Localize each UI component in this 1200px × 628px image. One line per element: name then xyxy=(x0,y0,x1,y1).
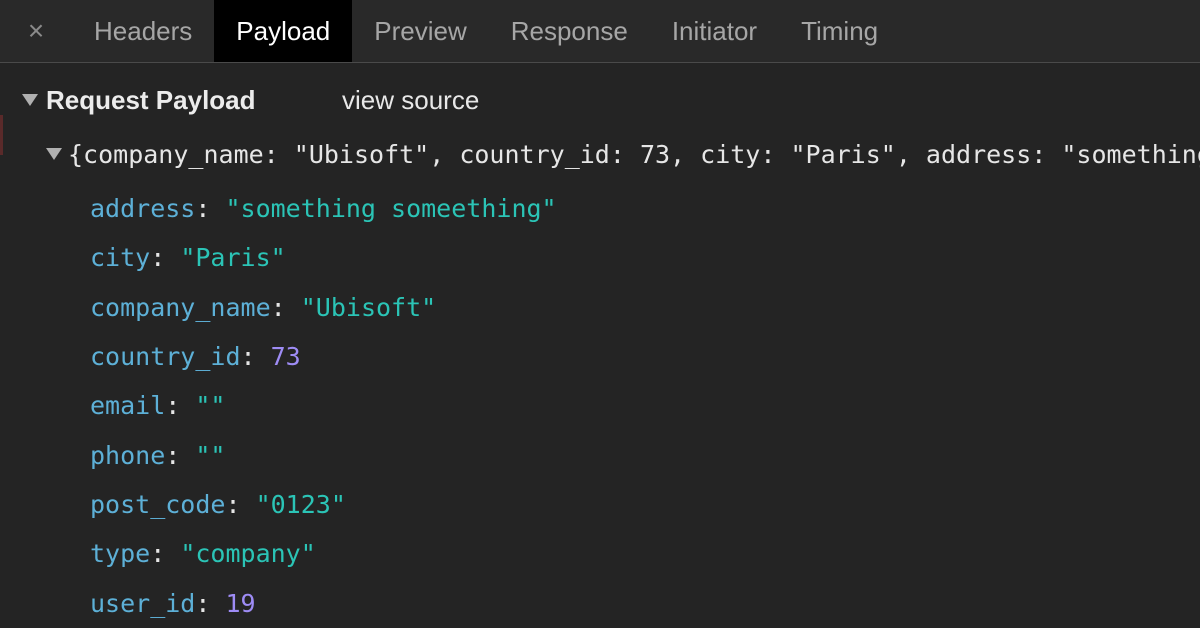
property-key: type xyxy=(90,539,151,569)
property-value: 19 xyxy=(225,588,256,618)
tab-payload[interactable]: Payload xyxy=(214,0,353,62)
section-title: Request Payload xyxy=(46,84,256,115)
property-colon: : xyxy=(165,440,196,470)
property-row[interactable]: phone: "" xyxy=(90,430,557,479)
property-row[interactable]: type: "company" xyxy=(90,529,557,578)
property-colon: : xyxy=(195,194,226,224)
tab-preview[interactable]: Preview xyxy=(352,0,488,62)
view-source-link[interactable]: view source xyxy=(342,82,479,118)
property-key: address xyxy=(90,194,196,224)
property-key: country_id xyxy=(90,342,241,372)
property-value: 73 xyxy=(270,342,301,372)
property-colon: : xyxy=(150,539,181,569)
property-row[interactable]: company_name: "Ubisoft" xyxy=(90,283,557,332)
selected-request-marker xyxy=(0,115,3,155)
property-row[interactable]: country_id: 73 xyxy=(90,332,557,381)
property-row[interactable]: email: "" xyxy=(90,381,557,430)
property-colon: : xyxy=(240,342,271,372)
property-colon: : xyxy=(195,588,226,618)
property-value: "" xyxy=(195,391,226,421)
property-row[interactable]: post_code: "0123" xyxy=(90,480,557,529)
property-row[interactable]: user_id: 19 xyxy=(90,578,557,627)
devtools-tab-bar: × Headers Payload Preview Response Initi… xyxy=(0,0,1200,63)
property-colon: : xyxy=(270,292,301,322)
property-value: "Ubisoft" xyxy=(300,292,437,322)
expand-triangle-icon[interactable] xyxy=(22,94,38,106)
property-value: "" xyxy=(195,440,226,470)
property-key: phone xyxy=(90,440,166,470)
close-icon[interactable]: × xyxy=(0,0,72,62)
tab-timing[interactable]: Timing xyxy=(779,0,900,62)
request-list-edge xyxy=(0,63,6,628)
property-colon: : xyxy=(150,243,181,273)
property-key: city xyxy=(90,243,151,273)
payload-object-summary[interactable]: {company_name: "Ubisoft", country_id: 73… xyxy=(46,136,1200,172)
property-value: "something someething" xyxy=(225,194,557,224)
property-value: "company" xyxy=(180,539,316,569)
expand-triangle-icon[interactable] xyxy=(46,148,62,160)
tab-initiator[interactable]: Initiator xyxy=(650,0,779,62)
property-key: email xyxy=(90,391,166,421)
object-summary-text: {company_name: "Ubisoft", country_id: 73… xyxy=(68,139,1200,169)
tab-headers[interactable]: Headers xyxy=(72,0,214,62)
property-key: post_code xyxy=(90,489,226,519)
property-colon: : xyxy=(225,489,256,519)
property-value: "0123" xyxy=(255,489,346,519)
request-payload-header[interactable]: Request Payload xyxy=(22,82,256,118)
tab-response[interactable]: Response xyxy=(489,0,650,62)
property-row[interactable]: address: "something someething" xyxy=(90,184,557,233)
property-key: company_name xyxy=(90,292,271,322)
property-key: user_id xyxy=(90,588,196,618)
payload-properties: address: "something someething" city: "P… xyxy=(90,184,557,628)
property-colon: : xyxy=(165,391,196,421)
property-row[interactable]: city: "Paris" xyxy=(90,233,557,282)
property-value: "Paris" xyxy=(180,243,286,273)
